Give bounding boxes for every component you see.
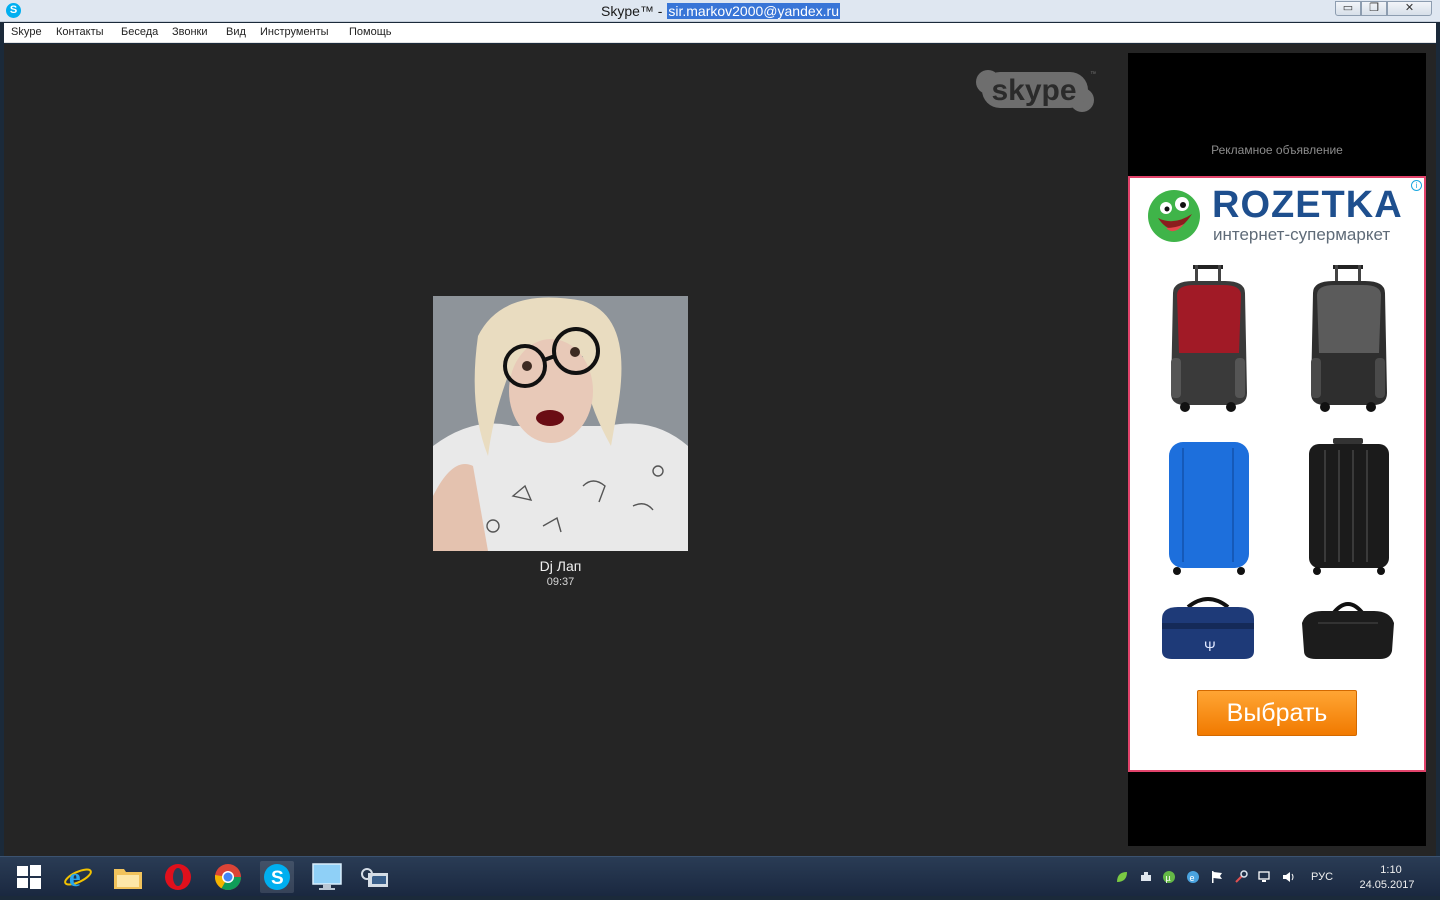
ad-panel: Рекламное объявление i ROZETKA интернет-… bbox=[1128, 53, 1426, 846]
product-blue-duffel-bag: Ψ bbox=[1162, 597, 1254, 659]
skype-icon: S bbox=[264, 864, 290, 890]
chrome-icon bbox=[214, 864, 242, 891]
maximize-icon: ❐ bbox=[1369, 2, 1379, 14]
product-black-suitcase bbox=[1309, 438, 1389, 575]
svg-text:S: S bbox=[271, 868, 284, 889]
ad-brand-name: ROZETKA bbox=[1212, 184, 1403, 226]
tray-browser-e-icon[interactable]: e bbox=[1186, 870, 1200, 884]
ad-label: Рекламное объявление bbox=[1211, 143, 1343, 157]
svg-text:e: e bbox=[69, 863, 81, 892]
ad-brand-subtitle: интернет-супермаркет bbox=[1213, 225, 1391, 244]
clock-time[interactable]: 1:10 bbox=[1360, 864, 1422, 876]
window-title: Skype™ - sir.markov2000@yandex.ru bbox=[0, 3, 1440, 19]
product-grey-backpack bbox=[1311, 265, 1387, 412]
tray-tools-icon[interactable] bbox=[1234, 870, 1248, 884]
minimize-button[interactable]: ▭ bbox=[1335, 1, 1361, 16]
svg-text:skype: skype bbox=[991, 74, 1076, 107]
menu-item-skype[interactable]: Skype bbox=[11, 26, 42, 38]
taskbar-file-explorer[interactable] bbox=[111, 861, 145, 893]
ad-info-icon[interactable]: i bbox=[1411, 180, 1422, 191]
menu-item-view[interactable]: Вид bbox=[226, 26, 246, 38]
call-stage: skype ™ Dj Лап 09:37 Рекламное объявлени… bbox=[4, 44, 1436, 856]
avatar-photo bbox=[433, 296, 688, 551]
choose-button[interactable]: Выбрать bbox=[1197, 690, 1357, 736]
tray-volume-icon[interactable] bbox=[1282, 870, 1296, 884]
menu-item-help[interactable]: Помощь bbox=[349, 26, 392, 38]
internet-explorer-icon: e bbox=[64, 863, 92, 892]
skype-logo: skype ™ bbox=[976, 70, 1096, 112]
tray-network-icon[interactable] bbox=[1258, 870, 1272, 884]
svg-text:e: e bbox=[1190, 873, 1195, 883]
product-blue-suitcase bbox=[1169, 442, 1249, 575]
taskbar-skype[interactable]: S bbox=[260, 861, 294, 893]
contact-name: Dj Лап bbox=[539, 558, 582, 574]
input-language-indicator[interactable]: РУС bbox=[1311, 871, 1333, 883]
window-title-prefix: Skype™ - bbox=[601, 3, 667, 19]
taskbar-internet-explorer[interactable]: e bbox=[61, 861, 95, 893]
taskbar-remote-desktop[interactable] bbox=[310, 861, 344, 893]
taskbar: e S µ e РУС 1:10 24.05.2017 bbox=[0, 856, 1440, 896]
tray-utorrent-icon[interactable]: µ bbox=[1162, 870, 1176, 884]
contact-avatar bbox=[433, 296, 688, 551]
tray-green-leaf-icon[interactable] bbox=[1115, 870, 1129, 884]
folder-icon bbox=[114, 869, 142, 889]
menu-item-calls[interactable]: Звонки bbox=[172, 26, 208, 38]
call-duration: 09:37 bbox=[546, 576, 575, 588]
clock-date[interactable]: 24.05.2017 bbox=[1356, 879, 1418, 891]
menu-item-contacts[interactable]: Контакты bbox=[56, 26, 104, 38]
svg-text:Ψ: Ψ bbox=[1204, 638, 1216, 654]
title-bar: S Skype™ - sir.markov2000@yandex.ru ▭ ❐ … bbox=[0, 0, 1440, 22]
taskbar-video-recorder[interactable] bbox=[359, 861, 393, 893]
window-title-account: sir.markov2000@yandex.ru bbox=[667, 3, 840, 19]
taskbar-chrome[interactable] bbox=[211, 861, 245, 893]
product-black-duffel-bag bbox=[1302, 602, 1394, 659]
wallpaper-fragment bbox=[470, 849, 490, 900]
ad-banner[interactable]: i ROZETKA интернет-супермаркет Ψ Выбрать bbox=[1128, 176, 1426, 772]
svg-text:™: ™ bbox=[1090, 71, 1096, 78]
menu-item-tools[interactable]: Инструменты bbox=[260, 26, 329, 38]
menu-item-conversation[interactable]: Беседа bbox=[121, 26, 158, 38]
taskbar-opera[interactable] bbox=[161, 861, 195, 893]
tray-network-adapter-icon[interactable] bbox=[1139, 870, 1153, 884]
close-icon: ✕ bbox=[1404, 2, 1415, 14]
product-red-backpack bbox=[1171, 265, 1247, 412]
tray-flag-icon[interactable] bbox=[1210, 870, 1224, 884]
close-button[interactable]: ✕ bbox=[1387, 1, 1432, 16]
camera-icon bbox=[361, 868, 388, 887]
rozetka-smiley-icon bbox=[1148, 190, 1200, 242]
opera-icon bbox=[165, 864, 191, 890]
windows-logo-icon bbox=[17, 865, 41, 889]
svg-text:µ: µ bbox=[1166, 873, 1171, 883]
menu-bar: Skype Контакты Беседа Звонки Вид Инструм… bbox=[4, 23, 1436, 43]
start-button[interactable] bbox=[12, 861, 46, 893]
monitor-icon bbox=[312, 863, 342, 890]
maximize-button[interactable]: ❐ bbox=[1361, 1, 1387, 16]
minimize-icon: ▭ bbox=[1342, 2, 1354, 14]
